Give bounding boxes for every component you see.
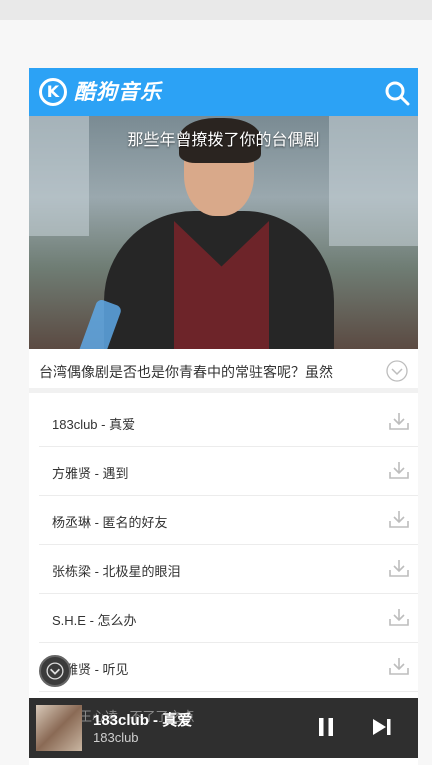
song-row[interactable]: 张栋梁 - 北极星的眼泪 — [39, 545, 418, 594]
download-icon[interactable] — [388, 557, 410, 579]
download-icon[interactable] — [388, 410, 410, 432]
app-brand: 酷狗音乐 — [74, 80, 162, 104]
download-icon[interactable] — [388, 655, 410, 677]
playlist-banner[interactable]: 那些年曾撩拨了你的台偶剧 — [29, 116, 418, 349]
banner-title: 那些年曾撩拨了你的台偶剧 — [127, 132, 320, 149]
song-row[interactable]: 杨丞琳 - 匿名的好友 — [39, 496, 418, 545]
next-icon[interactable] — [371, 717, 393, 737]
pause-icon[interactable] — [318, 717, 334, 737]
song-label: 张栋梁 - 北极星的眼泪 — [52, 564, 181, 579]
song-row[interactable]: 方雅贤 - 遇到 — [39, 447, 418, 496]
song-label: 183club - 真爱 — [52, 417, 136, 432]
now-playing-title: 183club - 真爱 — [93, 712, 193, 729]
now-playing-artist: 183club — [93, 730, 139, 745]
song-row[interactable]: 方雅贤 - 听见 — [39, 643, 418, 692]
search-icon[interactable] — [384, 80, 410, 106]
logo-letter: K — [46, 82, 60, 101]
browser-top-bar — [0, 0, 432, 20]
mini-player[interactable]: 王心凌 - 不了了之点 183club - 真爱 183club — [29, 698, 418, 758]
download-icon[interactable] — [388, 459, 410, 481]
chevron-down-icon[interactable] — [386, 360, 408, 382]
collapse-button[interactable] — [39, 655, 71, 687]
description-text: 台湾偶像剧是否也是你青春中的常驻客呢？虽然 — [39, 364, 333, 380]
app-header: K 酷狗音乐 — [29, 68, 418, 116]
song-row[interactable]: 183club - 真爱 — [39, 398, 418, 447]
album-cover[interactable] — [36, 705, 82, 751]
app-frame: K 酷狗音乐 那些年曾撩拨了你的台偶剧 台湾偶像剧是否也是你青春中的常驻客呢？虽… — [29, 68, 418, 765]
song-label: 杨丞琳 - 匿名的好友 — [52, 515, 168, 530]
kugou-logo-icon[interactable]: K — [39, 78, 67, 106]
playlist-description[interactable]: 台湾偶像剧是否也是你青春中的常驻客呢？虽然 — [29, 349, 418, 393]
download-icon[interactable] — [388, 508, 410, 530]
download-icon[interactable] — [388, 606, 410, 628]
song-label: 方雅贤 - 遇到 — [52, 466, 129, 481]
song-label: S.H.E - 怎么办 — [52, 613, 137, 628]
song-list: 183club - 真爱 方雅贤 - 遇到 杨丞琳 - 匿名的好友 张栋梁 - … — [29, 398, 418, 692]
song-row[interactable]: S.H.E - 怎么办 — [39, 594, 418, 643]
